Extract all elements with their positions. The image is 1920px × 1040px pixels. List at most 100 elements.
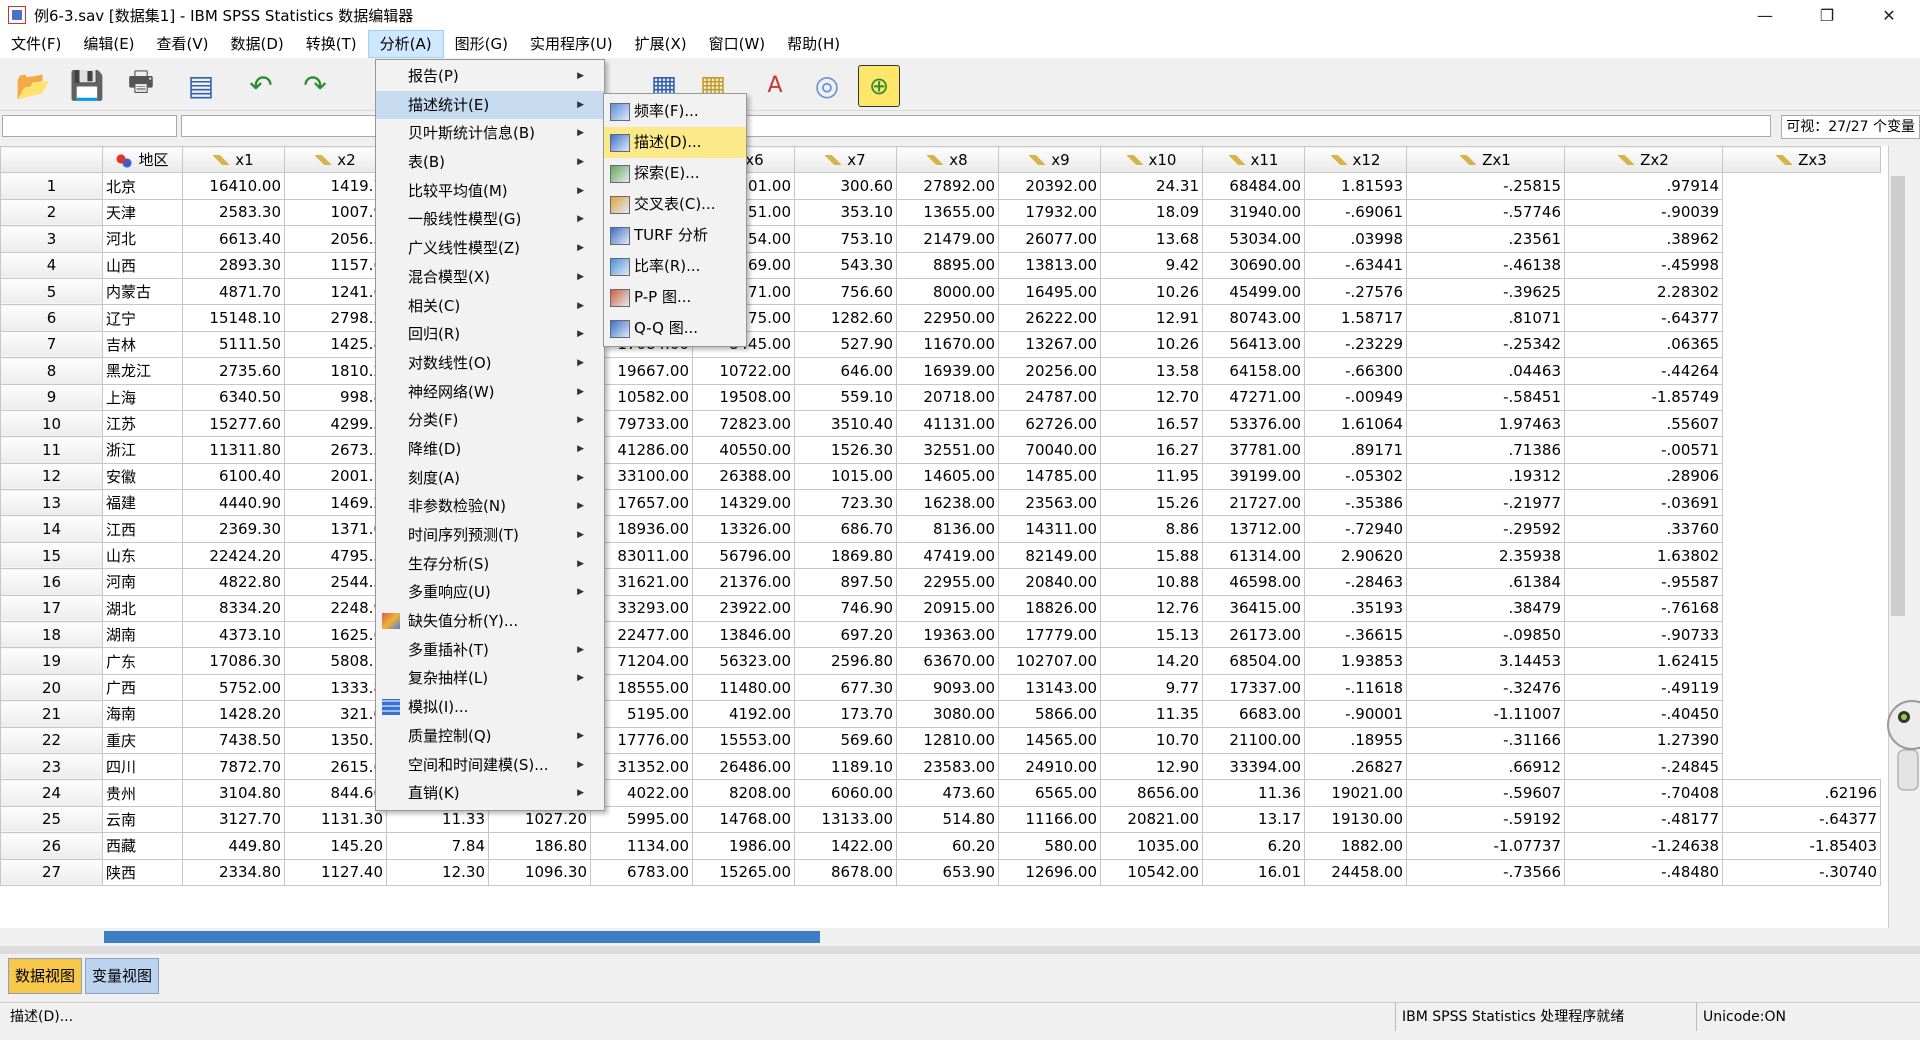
analyze-menu-item[interactable]: 广义线性模型(Z) ▶ (376, 234, 604, 263)
data-cell[interactable]: 3104.80 (182, 779, 285, 807)
column-header[interactable]: Zx1 (1406, 146, 1565, 174)
menu-10[interactable]: 帮助(H) (776, 30, 851, 58)
analyze-menu-item[interactable]: 一般线性模型(G) ▶ (376, 205, 604, 234)
data-cell[interactable]: -.57746 (1406, 198, 1565, 227)
data-cell[interactable]: 26077.00 (998, 225, 1101, 253)
data-cell[interactable]: 江苏 (102, 409, 183, 438)
row-number[interactable]: 16 (0, 568, 103, 596)
analyze-menu-item[interactable]: 表(B) ▶ (376, 148, 604, 177)
row-number[interactable]: 5 (0, 277, 103, 306)
data-cell[interactable]: 20821.00 (1100, 805, 1203, 834)
data-cell[interactable]: 20840.00 (998, 568, 1101, 596)
horizontal-scroll-thumb[interactable] (104, 931, 820, 943)
row-number[interactable]: 4 (0, 251, 103, 279)
data-cell[interactable]: 16410.00 (182, 172, 285, 200)
data-cell[interactable]: 1.62415 (1564, 647, 1723, 675)
row-number[interactable]: 6 (0, 304, 103, 332)
data-cell[interactable]: 福建 (102, 489, 183, 517)
column-header[interactable]: x12 (1304, 146, 1407, 174)
data-cell[interactable]: .33760 (1564, 515, 1723, 543)
data-cell[interactable]: 653.90 (896, 858, 999, 886)
data-cell[interactable]: 6783.00 (590, 858, 693, 886)
data-cell[interactable]: 46598.00 (1202, 568, 1305, 596)
data-cell[interactable]: 1015.00 (794, 462, 897, 491)
data-cell[interactable]: 1007.9 (284, 198, 387, 227)
data-cell[interactable]: 68504.00 (1202, 647, 1305, 675)
data-cell[interactable]: 10.26 (1100, 330, 1203, 359)
data-cell[interactable]: 646.00 (794, 357, 897, 385)
data-cell[interactable]: .03998 (1304, 225, 1407, 253)
data-cell[interactable]: 17337.00 (1202, 673, 1305, 702)
data-cell[interactable]: -.23229 (1304, 330, 1407, 359)
column-header[interactable]: x2 (284, 146, 387, 174)
data-cell[interactable]: -.64377 (1564, 304, 1723, 332)
data-cell[interactable]: 2673.3 (284, 436, 387, 464)
data-cell[interactable]: .71386 (1406, 436, 1565, 464)
data-cell[interactable]: 1333.8 (284, 673, 387, 702)
data-cell[interactable]: .62196 (1722, 779, 1881, 807)
data-cell[interactable]: 33100.00 (590, 462, 693, 491)
analyze-menu-item[interactable]: 生存分析(S) ▶ (376, 550, 604, 579)
data-cell[interactable]: 746.90 (794, 594, 897, 623)
column-header[interactable]: 地区 (102, 146, 183, 174)
data-cell[interactable]: 13655.00 (896, 198, 999, 227)
data-cell[interactable]: 24458.00 (1304, 858, 1407, 886)
data-cell[interactable]: .18955 (1304, 726, 1407, 754)
data-cell[interactable]: 1526.30 (794, 436, 897, 464)
data-cell[interactable]: 56796.00 (692, 541, 795, 570)
row-number[interactable]: 19 (0, 647, 103, 675)
data-cell[interactable]: -.66300 (1304, 357, 1407, 385)
data-cell[interactable]: -.40450 (1564, 700, 1723, 728)
data-cell[interactable]: 13813.00 (998, 251, 1101, 279)
data-cell[interactable]: 贵州 (102, 779, 183, 807)
data-cell[interactable]: -.29592 (1406, 515, 1565, 543)
data-cell[interactable]: 5195.00 (590, 700, 693, 728)
data-cell[interactable]: 8334.20 (182, 594, 285, 623)
data-cell[interactable]: -.32476 (1406, 673, 1565, 702)
data-cell[interactable]: -.46138 (1406, 251, 1565, 279)
data-cell[interactable]: 27892.00 (896, 172, 999, 200)
data-cell[interactable]: 13.68 (1100, 225, 1203, 253)
data-cell[interactable]: 4440.90 (182, 489, 285, 517)
data-cell[interactable]: 14311.00 (998, 515, 1101, 543)
data-cell[interactable]: 12.90 (1100, 752, 1203, 781)
tab-variable-view[interactable]: 变量视图 (85, 958, 160, 994)
data-cell[interactable]: .19312 (1406, 462, 1565, 491)
descriptive-submenu-item[interactable]: Q-Q 图... (604, 313, 746, 344)
analyze-menu-item[interactable]: 分类(F) ▶ (376, 406, 604, 435)
data-cell[interactable]: 2369.30 (182, 515, 285, 543)
data-cell[interactable]: -.11618 (1304, 673, 1407, 702)
analyze-menu-item[interactable]: 神经网络(W) ▶ (376, 378, 604, 407)
data-cell[interactable]: 22955.00 (896, 568, 999, 596)
data-cell[interactable]: 26486.00 (692, 752, 795, 781)
analyze-menu-item[interactable]: 相关(C) ▶ (376, 292, 604, 321)
data-cell[interactable]: .28906 (1564, 462, 1723, 491)
data-cell[interactable]: 7438.50 (182, 726, 285, 754)
data-cell[interactable]: 10.70 (1100, 726, 1203, 754)
data-cell[interactable]: 33394.00 (1202, 752, 1305, 781)
row-number[interactable]: 20 (0, 673, 103, 702)
menu-2[interactable]: 查看(V) (146, 30, 220, 58)
data-cell[interactable]: 2615.6 (284, 752, 387, 781)
data-cell[interactable]: 17779.00 (998, 621, 1101, 649)
data-cell[interactable]: 10582.00 (590, 383, 693, 411)
data-cell[interactable]: 15.26 (1100, 489, 1203, 517)
data-cell[interactable]: 1882.00 (1304, 832, 1407, 860)
menu-3[interactable]: 数据(D) (220, 30, 295, 58)
data-cell[interactable]: 1.97463 (1406, 409, 1565, 438)
data-cell[interactable]: -.09850 (1406, 621, 1565, 649)
data-cell[interactable]: 20718.00 (896, 383, 999, 411)
row-header-corner[interactable] (0, 146, 103, 174)
data-cell[interactable]: 4795.5 (284, 541, 387, 570)
data-cell[interactable]: 21479.00 (896, 225, 999, 253)
row-number[interactable]: 13 (0, 489, 103, 517)
data-cell[interactable]: 2248.9 (284, 594, 387, 623)
data-cell[interactable]: 33293.00 (590, 594, 693, 623)
descriptive-submenu-item[interactable]: 比率(R)... (604, 251, 746, 282)
data-cell[interactable]: 14565.00 (998, 726, 1101, 754)
menu-8[interactable]: 扩展(X) (624, 30, 698, 58)
data-cell[interactable]: 16939.00 (896, 357, 999, 385)
data-cell[interactable]: 山西 (102, 251, 183, 279)
data-cell[interactable]: 陕西 (102, 858, 183, 886)
data-cell[interactable]: 64158.00 (1202, 357, 1305, 385)
